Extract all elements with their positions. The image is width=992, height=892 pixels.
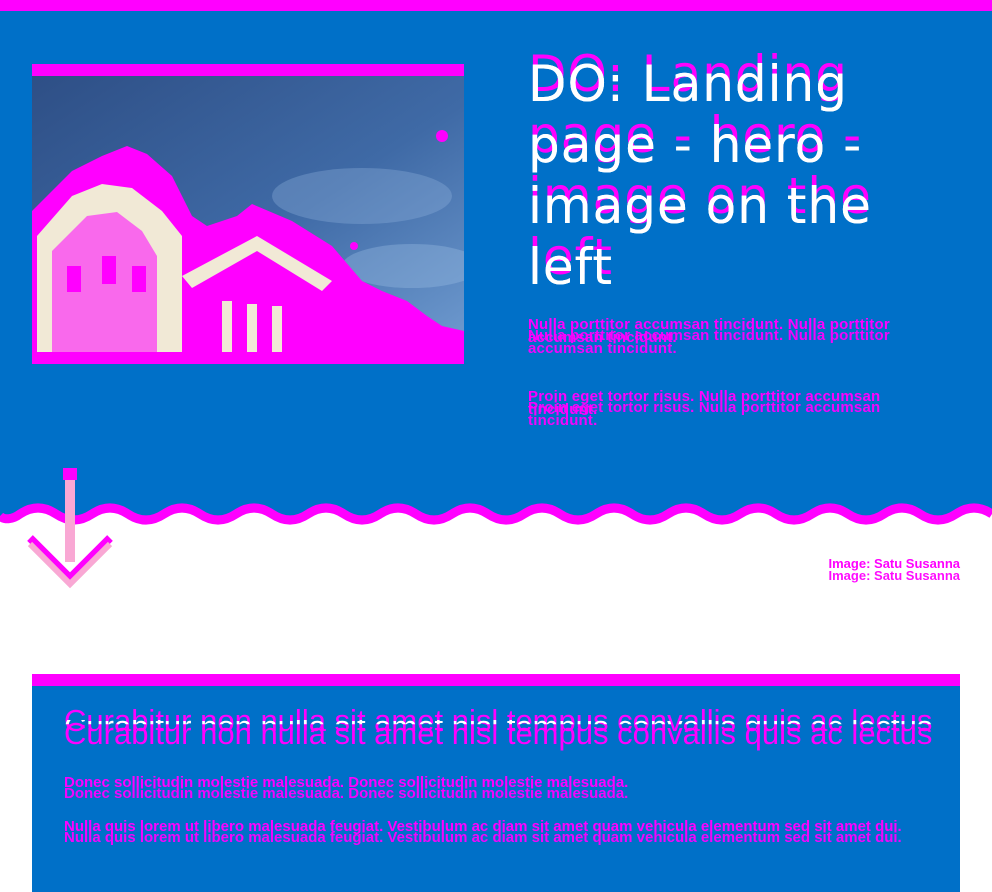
hero-paragraph-1-echo: Nulla porttitor accumsan tincidunt. Null… (528, 327, 890, 357)
card-title: Curabitur non nulla sit amet nisl tempus… (64, 705, 934, 749)
image-credit-echo: Image: Satu Susanna (828, 568, 960, 583)
image-credit: Image: Satu Susanna Image: Satu Susanna (829, 557, 960, 582)
hero-title: DO: Landing page - hero - image on the l… (528, 44, 928, 296)
hero-paragraph-2: Proin eget tortor risus. Nulla porttitor… (528, 389, 918, 428)
card-title-echo: Curabitur non nulla sit amet nisl tempus… (64, 716, 933, 751)
hero-paragraph-1: Nulla porttitor accumsan tincidunt. Null… (528, 317, 918, 356)
hero-paragraph-2-echo: Proin eget tortor risus. Nulla porttitor… (528, 399, 881, 429)
scroll-down-arrow-icon[interactable] (22, 466, 122, 594)
card-paragraph-1-echo: Donec sollicitudin molestie malesuada. D… (64, 785, 629, 802)
top-accent-bar (0, 0, 992, 11)
content-card: Curabitur non nulla sit amet nisl tempus… (32, 674, 960, 892)
wave-divider (0, 500, 992, 525)
hero-text-block: DO: Landing page - hero - image on the l… (528, 44, 928, 296)
card-paragraph-2-echo: Nulla quis lorem ut libero malesuada feu… (64, 829, 902, 846)
hero-title-text: DO: Landing page - hero - image on the l… (528, 55, 872, 296)
building-photo (32, 76, 464, 352)
hero-image-frame (32, 64, 464, 364)
card-paragraph-2: Nulla quis lorem ut libero malesuada feu… (64, 819, 904, 845)
card-paragraph-1: Donec sollicitudin molestie malesuada. D… (64, 775, 904, 801)
